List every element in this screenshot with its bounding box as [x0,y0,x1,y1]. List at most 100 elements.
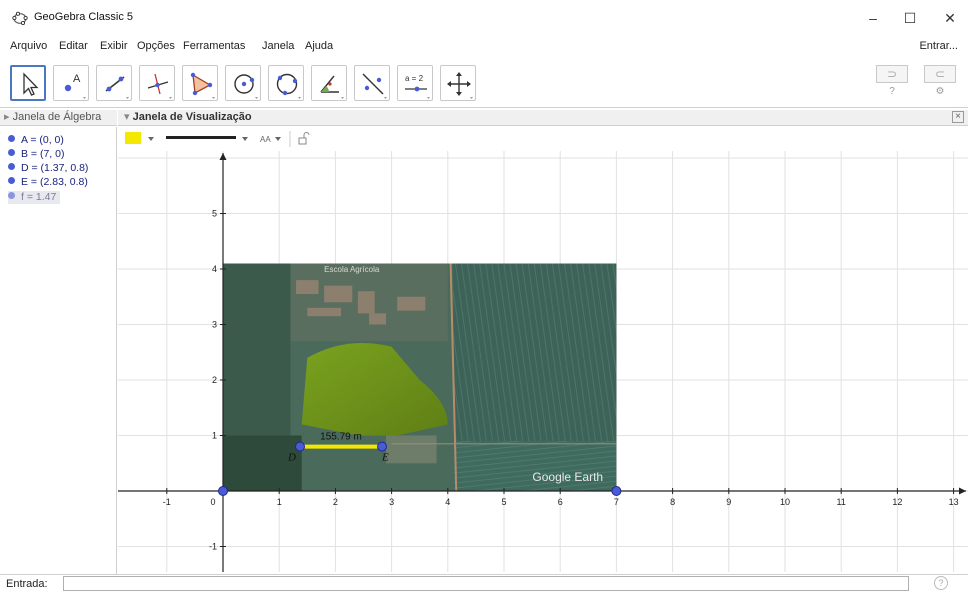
building-roof [357,291,375,314]
menu-ajuda[interactable]: Ajuda [305,40,333,52]
y-tick-label: 5 [212,209,217,219]
style-bar-controls: AA [125,131,310,147]
x-tick-label: 2 [333,497,338,507]
graphics-canvas[interactable]: Escola AgrícolaGoogle Earth -1 0 1 2 3 4 5 6 7 8 9… [118,151,968,572]
point-label-d: D [287,452,296,464]
graphics-style-bar: AA [118,127,968,151]
building-roof [307,307,342,317]
y-tick-label: 2 [212,375,217,385]
x-tick-label: 1 [277,497,282,507]
menu-janela[interactable]: Janela [262,40,294,52]
x-tick-label: -1 [163,497,171,507]
algebra-item[interactable]: B = (7, 0) [8,148,64,161]
visibility-dot-icon[interactable] [8,192,15,199]
building-roof [324,285,353,303]
y-tick-label: 4 [212,264,217,274]
help-icon[interactable]: ? [882,86,902,97]
point-a[interactable] [218,486,228,496]
crop-field-east [453,263,617,442]
font-dropdown-icon[interactable] [275,137,281,141]
reflect-tool-button[interactable] [354,65,390,101]
point-d[interactable] [294,441,305,452]
geogebra-logo-icon [12,11,28,26]
algebra-view-header[interactable]: ▸ Janela de Álgebra [0,110,117,126]
line-tool-button[interactable] [96,65,132,101]
graphics-view-header[interactable]: ▾ Janela de Visualização × [118,110,968,126]
color-swatch[interactable] [125,132,141,144]
input-bar: Entrada: ? [0,574,968,592]
undo-button[interactable]: ⊃ [876,65,908,83]
line-icon [105,76,129,99]
lower-buildings [385,435,437,464]
x-tick-label: 5 [501,497,506,507]
algebra-item[interactable]: D = (1.37, 0.8) [8,162,88,175]
building-roof [397,296,426,311]
point-e[interactable] [377,441,388,452]
input-field[interactable] [63,576,909,591]
building-roof [369,313,386,325]
x-tick-label: 6 [558,497,563,507]
slider-tool-button[interactable]: a = 2 [397,65,433,101]
y-axis-arrow-icon [219,153,227,160]
slider-icon: a = 2 [405,74,430,99]
circle-center-point-icon [234,74,258,99]
point-label-e: E [381,452,389,464]
circle-three-points-tool-button[interactable] [268,65,304,101]
visibility-dot-icon[interactable] [8,163,15,170]
collapse-triangle-icon[interactable]: ▾ [124,111,133,123]
font-size-button[interactable]: AA [260,135,271,144]
x-tick-label: 10 [780,497,790,507]
menu-arquivo[interactable]: Arquivo [10,40,47,52]
satellite-background-image: Escola Agrícola Google Earth [223,263,617,491]
perpendicular-tool-button[interactable] [139,65,175,101]
algebra-item-selected[interactable]: f = 1.47 [8,191,61,204]
y-tick-label: 1 [212,431,217,441]
algebra-item[interactable]: E = (2.83, 0.8) [8,176,88,189]
x-tick-label: 7 [614,497,619,507]
x-tick-label: 4 [445,497,450,507]
move-graphics-view-tool-button[interactable] [440,65,476,101]
input-help-icon[interactable]: ? [934,576,948,590]
close-view-icon[interactable]: × [952,111,964,123]
circle-tool-button[interactable] [225,65,261,101]
expand-triangle-icon[interactable]: ▸ [4,111,13,123]
point-tool-button[interactable]: A [53,65,89,101]
maximize-button[interactable]: ☐ [888,6,932,30]
point-b[interactable] [611,486,622,496]
settings-gear-icon[interactable]: ⚙ [930,86,950,97]
algebra-view-title: Janela de Álgebra [12,111,102,123]
segment-length-label: 155.79 m [320,432,362,443]
x-tick-label: 3 [389,497,394,507]
menu-bar: Arquivo Editar Exibir Opções Ferramentas… [0,37,968,57]
visibility-dot-icon[interactable] [8,177,15,184]
angle-tool-button[interactable] [311,65,347,101]
menu-opcoes[interactable]: Opções [137,40,175,52]
menu-exibir[interactable]: Exibir [100,40,128,52]
title-bar: GeoGebra Classic 5 – ☐ ✕ [0,0,968,36]
visibility-dot-icon[interactable] [8,149,15,156]
menu-ferramentas[interactable]: Ferramentas [183,40,245,52]
color-dropdown-icon[interactable] [148,137,154,141]
x-tick-label: 0 [210,497,215,507]
sign-in-link[interactable]: Entrar... [919,40,958,52]
line-style-dropdown-icon[interactable] [242,137,248,141]
lock-icon[interactable] [298,132,310,145]
graphics-view[interactable]: Escola Agrícola Google Earth -1 0 1 2 3 4 5 6 7 8 9… [118,151,968,572]
x-tick-label: 9 [726,497,731,507]
y-tick-label: -1 [209,542,217,552]
visibility-dot-icon[interactable] [8,135,15,142]
x-tick-label: 13 [949,497,959,507]
toolbar: A a = 2 ⊃ ⊂ ? ⚙ [0,60,968,108]
move-tool-button[interactable] [10,65,46,101]
reflect-about-line-icon [362,73,387,99]
redo-button[interactable]: ⊂ [924,65,956,83]
menu-editar[interactable]: Editar [59,40,88,52]
image-caption: Escola Agrícola [324,265,380,274]
slider-icon-label: a = 2 [405,74,424,83]
line-style-sample[interactable] [166,136,236,139]
close-button[interactable]: ✕ [928,6,968,30]
algebra-item[interactable]: A = (0, 0) [8,134,64,147]
perpendicular-line-icon [147,73,172,99]
window-title: GeoGebra Classic 5 [34,11,134,23]
polygon-tool-button[interactable] [182,65,218,101]
